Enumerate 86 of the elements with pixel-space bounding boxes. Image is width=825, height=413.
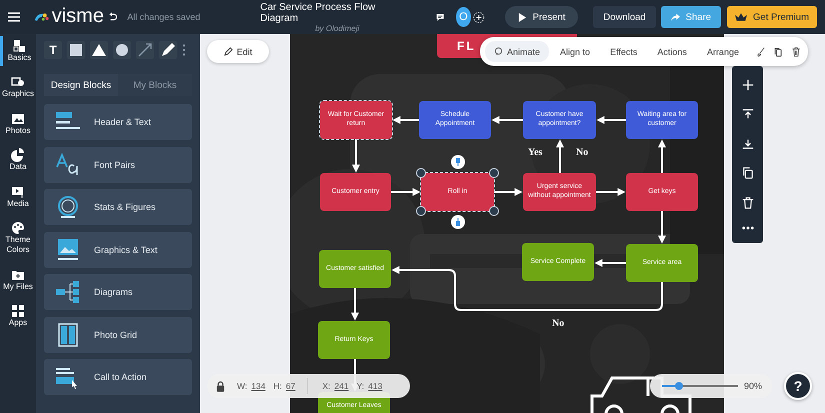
design-block-item[interactable]: Diagrams bbox=[44, 274, 192, 310]
sidebar-item[interactable]: My Files bbox=[0, 264, 36, 296]
panel-tab[interactable]: My Blocks bbox=[118, 74, 192, 96]
height-value[interactable]: 67 bbox=[286, 381, 296, 391]
add-user-icon[interactable] bbox=[473, 10, 485, 24]
trash-icon[interactable] bbox=[792, 44, 800, 58]
pen-tool[interactable] bbox=[159, 41, 177, 59]
branch-label: No bbox=[552, 318, 564, 329]
y-value[interactable]: 413 bbox=[368, 381, 382, 391]
diagram-block-icon bbox=[54, 280, 82, 304]
connector-arrow bbox=[556, 139, 564, 173]
connector-arrow bbox=[494, 188, 523, 196]
play-icon bbox=[518, 12, 527, 22]
triangle-tool[interactable] bbox=[90, 41, 108, 59]
sidebar-item[interactable]: Data bbox=[0, 145, 36, 176]
line-tool[interactable] bbox=[136, 41, 154, 59]
add-icon[interactable] bbox=[742, 78, 754, 91]
crown-icon bbox=[735, 12, 748, 22]
x-value[interactable]: 241 bbox=[334, 381, 349, 391]
connector-arrow bbox=[352, 139, 360, 173]
toolbar-button[interactable]: Arrange bbox=[698, 41, 748, 62]
toolbar-button[interactable]: Animate bbox=[485, 41, 550, 62]
sidebar-item[interactable]: Apps bbox=[0, 301, 36, 332]
connector-arrow bbox=[351, 288, 359, 321]
x-label: X: bbox=[322, 381, 330, 391]
trash-icon[interactable] bbox=[742, 196, 754, 209]
zoom-thumb[interactable] bbox=[674, 382, 683, 390]
photos-icon bbox=[11, 112, 25, 126]
connector-arrow bbox=[491, 116, 523, 124]
animate-icon bbox=[494, 47, 503, 56]
connector-arrow bbox=[392, 116, 419, 124]
edit-button[interactable]: Edit bbox=[207, 40, 269, 63]
lock-icon[interactable] bbox=[216, 380, 225, 392]
text-tool[interactable]: T bbox=[44, 41, 62, 59]
rotate-handle[interactable] bbox=[450, 155, 464, 169]
more-icon[interactable] bbox=[742, 226, 754, 230]
save-status: All changes saved bbox=[127, 12, 200, 22]
design-block-item[interactable]: Call to Action bbox=[44, 359, 192, 395]
help-button[interactable]: ? bbox=[784, 372, 812, 400]
design-block-item[interactable]: Photo Grid bbox=[44, 316, 192, 352]
width-label: W: bbox=[237, 381, 248, 391]
undo-icon[interactable] bbox=[108, 11, 118, 23]
panel-tab[interactable]: Design Blocks bbox=[44, 74, 118, 96]
logo-icon bbox=[34, 11, 50, 23]
design-block-item[interactable]: Stats & Figures bbox=[44, 189, 192, 225]
width-value[interactable]: 134 bbox=[251, 381, 266, 391]
send-backward-icon[interactable] bbox=[742, 138, 754, 150]
sidebar-item[interactable]: Theme Colors bbox=[0, 218, 36, 259]
download-button[interactable]: Download bbox=[593, 6, 656, 28]
toolbar-button[interactable]: Actions bbox=[648, 41, 696, 62]
connector-arrow bbox=[658, 211, 666, 244]
bring-forward-icon[interactable] bbox=[742, 108, 754, 120]
circle-tool[interactable] bbox=[113, 41, 131, 59]
square-tool[interactable] bbox=[67, 41, 85, 59]
toolbar-button[interactable]: Effects bbox=[601, 41, 646, 62]
height-label: H: bbox=[273, 381, 282, 391]
logo-text: visme bbox=[52, 6, 104, 28]
comment-icon[interactable] bbox=[436, 12, 445, 22]
copy-icon[interactable] bbox=[742, 167, 754, 180]
data-icon bbox=[11, 148, 25, 162]
design-block-item[interactable]: Font Pairs bbox=[44, 146, 192, 182]
connector-arrow bbox=[658, 139, 666, 173]
connector-arrow bbox=[596, 188, 626, 196]
author-text: by Olodimeji bbox=[315, 24, 360, 32]
menu-icon[interactable] bbox=[8, 11, 20, 23]
get-premium-button[interactable]: Get Premium bbox=[727, 6, 817, 28]
pencil-icon bbox=[224, 47, 233, 56]
present-button[interactable]: Present bbox=[504, 6, 578, 28]
basics-icon bbox=[12, 39, 26, 53]
y-label: Y: bbox=[356, 381, 364, 391]
zoom-value: 90% bbox=[744, 381, 762, 391]
design-block-item[interactable]: Header & Text bbox=[44, 104, 192, 140]
media-icon bbox=[11, 184, 25, 199]
branch-label: Yes bbox=[528, 147, 542, 158]
document-title[interactable]: Car Service Process Flow Diagram bbox=[260, 2, 414, 24]
sidebar-item[interactable]: Graphics bbox=[0, 72, 36, 103]
apps-icon bbox=[11, 304, 25, 318]
theme-icon bbox=[11, 220, 25, 235]
move-handle[interactable] bbox=[450, 215, 464, 229]
sidebar-item[interactable]: Photos bbox=[0, 108, 36, 140]
connector-arrow bbox=[391, 188, 421, 196]
branch-label: No bbox=[576, 147, 588, 158]
sidebar-item[interactable]: Media bbox=[0, 182, 36, 212]
design-block-item[interactable]: Graphics & Text bbox=[44, 232, 192, 268]
connector-arrow bbox=[596, 116, 626, 124]
share-arrow-icon bbox=[670, 12, 680, 22]
